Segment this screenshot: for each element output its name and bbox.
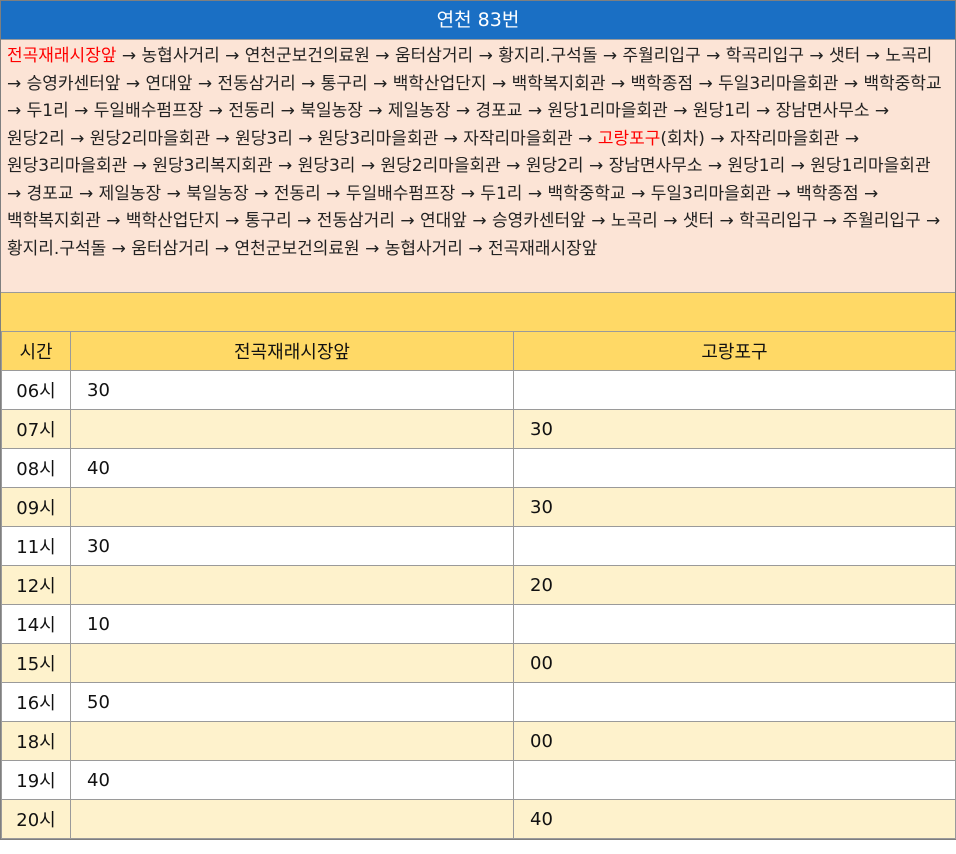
table-row: 06시 30 [1, 370, 956, 410]
header-origin: 전곡재래시장앞 [70, 331, 514, 371]
turnaround-departure-cell: 20 [513, 565, 956, 605]
table-row: 09시 30 [1, 487, 956, 527]
turnaround-departure-cell: 40 [513, 799, 956, 839]
time-cell: 09시 [1, 487, 71, 527]
table-row: 12시 20 [1, 565, 956, 605]
spacer-band [1, 292, 955, 331]
turnaround-departure-cell [513, 604, 956, 644]
table-row: 15시 00 [1, 643, 956, 683]
turnaround-departure-cell [513, 526, 956, 566]
table-row: 07시 30 [1, 409, 956, 449]
origin-departure-cell [70, 565, 514, 605]
table-body: 06시 30 07시 30 08시 40 09시 30 11시 30 12시 20 14시 10 15시 00… [1, 370, 956, 839]
route-turnaround-stop: 고랑포구 [597, 128, 661, 149]
page-title: 연천 83번 [1, 0, 955, 39]
origin-departure-cell [70, 409, 514, 449]
table-row: 16시 50 [1, 682, 956, 722]
table-header-row: 시간 전곡재래시장앞 고랑포구 [1, 331, 956, 371]
time-cell: 07시 [1, 409, 71, 449]
origin-departure-cell: 30 [70, 526, 514, 566]
turnaround-departure-cell [513, 682, 956, 722]
time-cell: 18시 [1, 721, 71, 761]
turnaround-departure-cell: 00 [513, 721, 956, 761]
table-row: 08시 40 [1, 448, 956, 488]
turnaround-departure-cell: 00 [513, 643, 956, 683]
turnaround-departure-cell [513, 760, 956, 800]
origin-departure-cell: 10 [70, 604, 514, 644]
origin-departure-cell: 40 [70, 448, 514, 488]
timetable: 연천 83번 전곡재래시장앞 → 농협사거리 → 연천군보건의료원 → 움터삼거… [0, 0, 956, 840]
origin-departure-cell [70, 643, 514, 683]
origin-departure-cell: 40 [70, 760, 514, 800]
turnaround-departure-cell: 30 [513, 409, 956, 449]
turnaround-departure-cell [513, 370, 956, 410]
time-cell: 06시 [1, 370, 71, 410]
header-time: 시간 [1, 331, 71, 371]
time-cell: 20시 [1, 799, 71, 839]
origin-departure-cell [70, 487, 514, 527]
table-row: 20시 40 [1, 799, 956, 839]
time-cell: 19시 [1, 760, 71, 800]
route-description: 전곡재래시장앞 → 농협사거리 → 연천군보건의료원 → 움터삼거리 → 황지리… [1, 39, 955, 292]
time-cell: 12시 [1, 565, 71, 605]
turnaround-departure-cell: 30 [513, 487, 956, 527]
origin-departure-cell [70, 799, 514, 839]
origin-departure-cell: 30 [70, 370, 514, 410]
table-row: 14시 10 [1, 604, 956, 644]
schedule-table: 시간 전곡재래시장앞 고랑포구 06시 30 07시 30 08시 40 09시 30 11시 3… [1, 331, 956, 839]
table-row: 19시 40 [1, 760, 956, 800]
table-row: 11시 30 [1, 526, 956, 566]
origin-departure-cell [70, 721, 514, 761]
route-start-stop: 전곡재래시장앞 [7, 46, 117, 66]
turnaround-departure-cell [513, 448, 956, 488]
origin-departure-cell: 50 [70, 682, 514, 722]
time-cell: 15시 [1, 643, 71, 683]
time-cell: 14시 [1, 604, 71, 644]
header-turnaround: 고랑포구 [513, 331, 956, 371]
table-row: 18시 00 [1, 721, 956, 761]
time-cell: 08시 [1, 448, 71, 488]
time-cell: 11시 [1, 526, 71, 566]
time-cell: 16시 [1, 682, 71, 722]
